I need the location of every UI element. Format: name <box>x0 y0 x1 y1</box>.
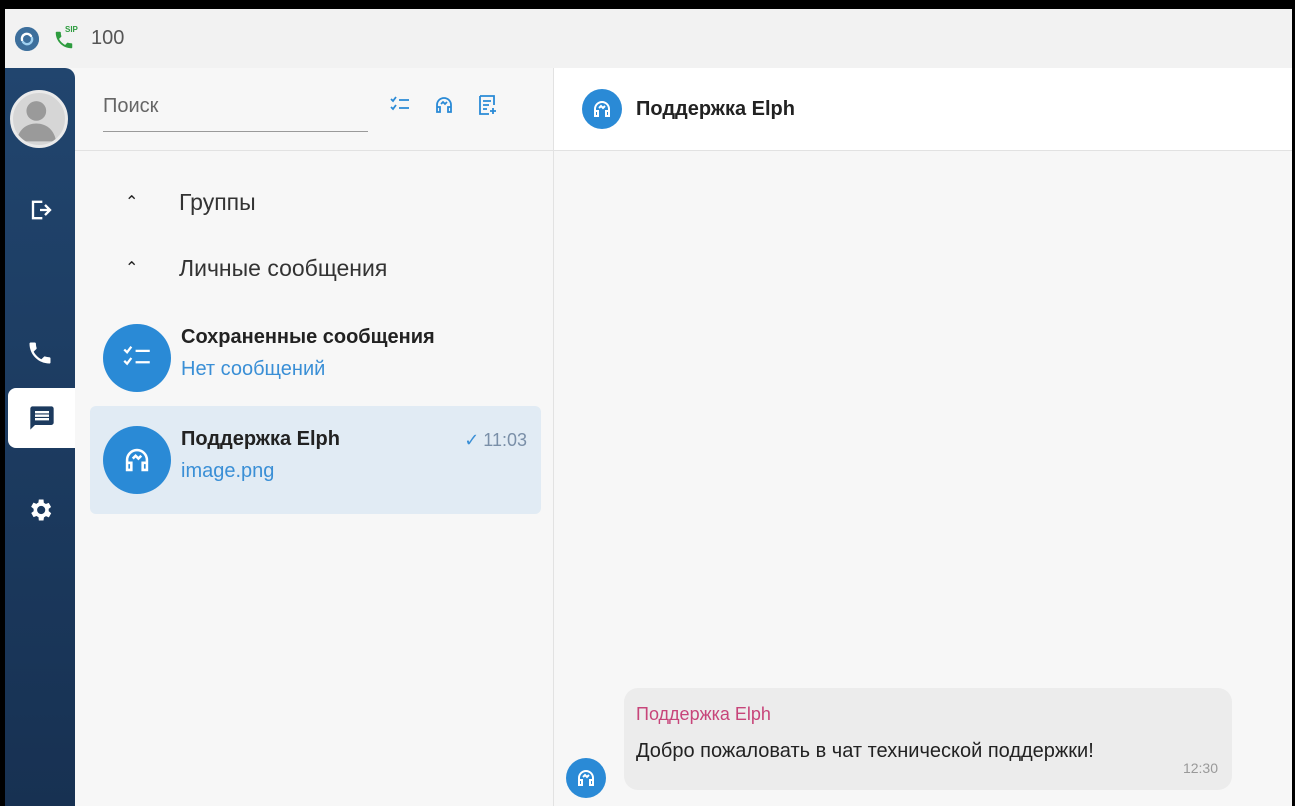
list-toolbar <box>387 92 501 118</box>
chat-item-support[interactable]: Поддержка Elph ✓ 11:03 image.png <box>90 406 541 514</box>
message-time: 12:30 <box>1182 760 1218 776</box>
chat-time-value: 11:03 <box>483 430 527 450</box>
chat-preview: Нет сообщений <box>181 358 326 380</box>
chat-icon[interactable] <box>8 388 75 448</box>
conversation-panel: Поддержка Elph Поддержка Elph Добро пожа… <box>554 68 1292 806</box>
new-chat-icon[interactable] <box>475 92 501 118</box>
gear-icon[interactable] <box>5 480 75 540</box>
conversation-title: Поддержка Elph <box>636 97 795 120</box>
list-divider <box>75 150 553 151</box>
search-box <box>103 86 368 132</box>
sip-badge: SIP <box>65 24 78 34</box>
read-check-icon: ✓ <box>464 430 480 450</box>
chat-time: ✓ 11:03 <box>464 430 527 451</box>
section-label: Группы <box>179 188 256 215</box>
section-label: Личные сообщения <box>179 254 388 281</box>
chat-preview: image.png <box>181 460 275 482</box>
chevron-up-icon: ⌃ <box>125 194 139 211</box>
message-bubble[interactable]: Поддержка Elph Добро пожаловать в чат те… <box>624 688 1232 790</box>
search-input[interactable] <box>103 86 368 126</box>
user-avatar-icon[interactable] <box>10 90 68 148</box>
section-groups[interactable]: ⌃ Группы <box>125 184 256 220</box>
logout-icon[interactable] <box>5 180 75 240</box>
chat-name: Сохраненные сообщения <box>181 326 435 348</box>
chat-name: Поддержка Elph <box>181 428 340 450</box>
chevron-up-icon: ⌃ <box>125 260 139 277</box>
app-window: SIP 100 Поиск ⌃ Группы ⌃ Личные сообщени… <box>5 9 1292 806</box>
message-sender: Поддержка Elph <box>636 704 771 724</box>
support-headset-icon <box>566 758 606 798</box>
chat-list-panel: ⌃ Группы ⌃ Личные сообщения Сохраненные … <box>75 68 554 806</box>
title-bar: SIP 100 <box>5 9 1292 68</box>
sip-phone-icon[interactable]: SIP <box>53 25 85 53</box>
extension-number: 100 <box>91 27 125 49</box>
conversation-header: Поддержка Elph <box>554 68 1292 151</box>
sidebar <box>5 68 75 806</box>
checklist-icon <box>103 324 171 392</box>
support-headset-icon <box>103 426 171 494</box>
section-personal-messages[interactable]: ⌃ Личные сообщения <box>125 250 387 286</box>
support-headset-icon[interactable] <box>582 89 622 129</box>
support-headset-icon[interactable] <box>431 92 457 118</box>
app-logo-icon <box>15 26 39 51</box>
message-text: Добро пожаловать в чат технической подде… <box>636 740 1094 762</box>
phone-icon[interactable] <box>5 323 75 383</box>
chat-item-saved-messages[interactable]: Сохраненные сообщения Нет сообщений <box>90 304 541 412</box>
checklist-icon[interactable] <box>387 92 413 118</box>
